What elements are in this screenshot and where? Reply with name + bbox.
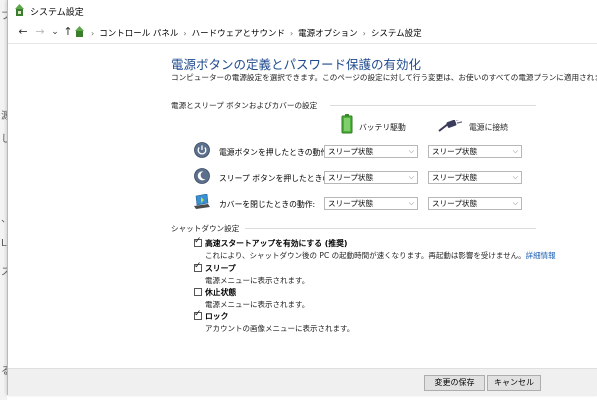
hibernate-checkbox[interactable] <box>194 288 202 296</box>
battery-column-header: バッテリ駆動 <box>359 123 406 132</box>
main-content: 電源ボタンの定義とパスワード保護の有効化 コンピューターの電源設定を選択できます… <box>8 44 597 368</box>
chevron-down-icon: ⌵ <box>512 199 518 207</box>
footer-bar: 変更の保存 キャンセル <box>8 368 597 396</box>
up-arrow-icon[interactable]: ↑ <box>61 25 75 39</box>
page-title: 電源ボタンの定義とパスワード保護の有効化 <box>171 57 422 72</box>
chevron-right-icon[interactable]: › <box>290 29 293 38</box>
chevron-down-icon: ⌵ <box>408 147 414 155</box>
lid-close-battery-select[interactable]: スリープ状態 ⌵ <box>324 197 418 210</box>
sleep-button-battery-select[interactable]: スリープ状態 ⌵ <box>324 171 418 184</box>
section-divider <box>245 228 536 229</box>
checkmark-icon: ✓ <box>194 309 202 319</box>
plugged-in-column-header: 電源に接続 <box>469 123 508 132</box>
select-value: スリープ状態 <box>328 147 374 156</box>
shutdown-section-title: シャットダウン設定 <box>171 224 240 233</box>
fast-startup-label[interactable]: 高速スタートアップを有効にする (推奨) <box>205 238 347 249</box>
chevron-down-icon: ⌵ <box>408 173 414 181</box>
select-value: スリープ状態 <box>432 147 478 156</box>
power-plug-icon <box>438 120 462 132</box>
lock-description: アカウントの画像メニューに表示されます。 <box>205 324 355 333</box>
more-info-link[interactable]: 詳細情報 <box>526 251 556 260</box>
battery-icon <box>341 114 353 134</box>
recent-locations-icon[interactable]: ⌄ <box>48 25 62 39</box>
breadcrumb-item-control-panel[interactable]: コントロール パネル <box>99 27 178 39</box>
sleep-button-plugged-select[interactable]: スリープ状態 ⌵ <box>428 171 522 184</box>
window-title: システム設定 <box>30 8 84 18</box>
background-text: L <box>1 238 7 249</box>
address-bar: ← → ⌄ ↑ › コントロール パネル › ハードウェアとサウンド › 電源オ… <box>8 21 597 44</box>
lock-checkbox[interactable]: ✓ <box>194 309 202 320</box>
breadcrumb-item-power-options[interactable]: 電源オプション <box>298 27 358 39</box>
breadcrumb: › コントロール パネル › ハードウェアとサウンド › 電源オプション › シ… <box>86 26 422 40</box>
fast-startup-checkbox[interactable]: ✓ <box>194 236 202 247</box>
cancel-button[interactable]: キャンセル <box>487 375 541 391</box>
checkmark-icon: ✓ <box>194 236 202 246</box>
lock-label[interactable]: ロック <box>205 311 228 322</box>
hibernate-label[interactable]: 休止状態 <box>205 287 236 298</box>
laptop-lid-icon <box>194 194 210 209</box>
power-buttons-section-title: 電源とスリープ ボタンおよびカバーの設定 <box>171 101 318 110</box>
fast-startup-description: これにより、シャットダウン後の PC の起動時間が速くなります。再起動は影響を受… <box>205 250 556 261</box>
power-button-plugged-select[interactable]: スリープ状態 ⌵ <box>428 145 522 158</box>
background-window-strip: プ 源 し 、 L ス る <box>0 0 11 400</box>
sleep-description: 電源メニューに表示されます。 <box>205 276 310 285</box>
sleep-button-icon <box>194 168 210 184</box>
sleep-label[interactable]: スリープ <box>205 263 236 274</box>
checkmark-icon: ✓ <box>194 261 202 271</box>
chevron-right-icon[interactable]: › <box>183 29 186 38</box>
chevron-down-icon: ⌵ <box>408 199 414 207</box>
power-options-icon <box>75 26 84 37</box>
chevron-right-icon[interactable]: › <box>363 29 366 38</box>
back-arrow-icon[interactable]: ← <box>16 25 30 39</box>
section-divider <box>330 105 536 106</box>
power-button-battery-select[interactable]: スリープ状態 ⌵ <box>324 145 418 158</box>
select-value: スリープ状態 <box>328 173 374 182</box>
power-options-icon <box>15 4 24 16</box>
select-value: スリープ状態 <box>432 173 478 182</box>
select-value: スリープ状態 <box>432 199 478 208</box>
system-settings-window: システム設定 ← → ⌄ ↑ › コントロール パネル › ハードウェアとサウン… <box>7 0 597 396</box>
sleep-checkbox[interactable]: ✓ <box>194 261 202 272</box>
title-bar[interactable]: システム設定 <box>8 0 597 21</box>
breadcrumb-item-hardware-sound[interactable]: ハードウェアとサウンド <box>192 27 285 39</box>
lid-close-action-label: カバーを閉じたときの動作: <box>219 200 316 209</box>
select-value: スリープ状態 <box>328 199 374 208</box>
page-description: コンピューターの電源設定を選択できます。このページの設定に対して行う変更は、お使… <box>171 73 597 82</box>
lid-close-plugged-select[interactable]: スリープ状態 ⌵ <box>428 197 522 210</box>
power-button-action-label: 電源ボタンを押したときの動作: <box>219 148 331 157</box>
chevron-down-icon: ⌵ <box>512 147 518 155</box>
chevron-down-icon: ⌵ <box>512 173 518 181</box>
power-button-icon <box>194 142 210 158</box>
chevron-right-icon: › <box>91 28 95 38</box>
fast-startup-description-text: これにより、シャットダウン後の PC の起動時間が速くなります。再起動は影響を受… <box>205 251 526 260</box>
breadcrumb-item-system-settings[interactable]: システム設定 <box>371 27 422 39</box>
hibernate-description: 電源メニューに表示されます。 <box>205 300 310 309</box>
save-changes-button[interactable]: 変更の保存 <box>424 375 485 391</box>
forward-arrow-icon[interactable]: → <box>33 25 47 39</box>
